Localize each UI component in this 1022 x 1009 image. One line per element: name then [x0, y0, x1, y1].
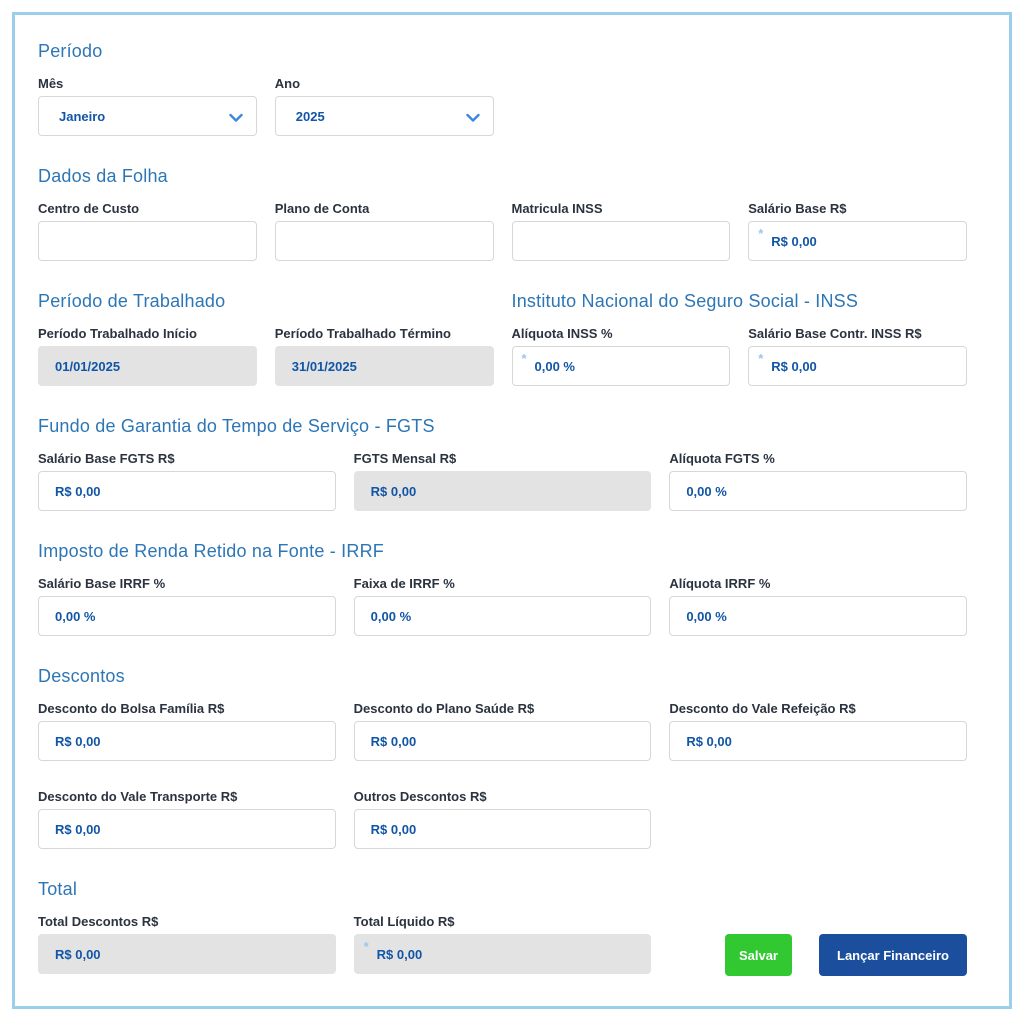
section-title-inss: Instituto Nacional do Seguro Social - IN… — [511, 291, 859, 311]
periodo-termino-input — [274, 346, 494, 386]
field-desconto-vale-refeicao: Desconto do Vale Refeição R$ — [669, 701, 967, 761]
desconto-vale-refeicao-label: Desconto do Vale Refeição R$ — [669, 701, 856, 716]
payroll-form-panel: Período Mês Janeiro Ano 2025 Dados da Fo… — [12, 12, 1012, 1009]
descontos-row-1: Desconto do Bolsa Família R$ Desconto do… — [38, 701, 967, 761]
faixa-irrf-input[interactable] — [353, 596, 652, 636]
ano-label: Ano — [274, 76, 301, 91]
salario-base-input[interactable] — [748, 221, 967, 261]
desconto-plano-saude-input[interactable] — [353, 721, 652, 761]
field-outros-descontos: Outros Descontos R$ — [353, 789, 652, 849]
periodo-row: Mês Janeiro Ano 2025 — [38, 76, 967, 136]
periodo-termino-label: Período Trabalhado Término — [274, 326, 451, 341]
total-descontos-input — [38, 934, 336, 974]
desconto-bolsa-familia-label: Desconto do Bolsa Família R$ — [38, 701, 225, 716]
mes-select[interactable]: Janeiro — [38, 96, 257, 136]
aliquota-fgts-input[interactable] — [669, 471, 967, 511]
outros-descontos-input[interactable] — [353, 809, 652, 849]
field-centro-custo: Centro de Custo — [38, 201, 257, 261]
salario-base-contr-inss-label: Salário Base Contr. INSS R$ — [748, 326, 922, 341]
section-title-fgts: Fundo de Garantia do Tempo de Serviço - … — [38, 416, 435, 436]
desconto-vale-refeicao-input[interactable] — [669, 721, 967, 761]
matricula-inss-input[interactable] — [511, 221, 731, 261]
total-liquido-input — [353, 934, 652, 974]
form-actions: Salvar Lançar Financeiro — [669, 914, 967, 976]
field-salario-base-contr-inss: Salário Base Contr. INSS R$ * — [748, 326, 967, 386]
field-faixa-irrf: Faixa de IRRF % — [353, 576, 652, 636]
salario-base-fgts-input[interactable] — [38, 471, 336, 511]
desconto-vale-transporte-label: Desconto do Vale Transporte R$ — [38, 789, 238, 804]
field-desconto-vale-transporte: Desconto do Vale Transporte R$ — [38, 789, 336, 849]
field-aliquota-fgts: Alíquota FGTS % — [669, 451, 967, 511]
salario-base-fgts-label: Salário Base FGTS R$ — [38, 451, 175, 466]
plano-conta-input[interactable] — [274, 221, 494, 261]
aliquota-irrf-input[interactable] — [669, 596, 967, 636]
centro-custo-label: Centro de Custo — [38, 201, 140, 216]
dados-folha-row: Centro de Custo Plano de Conta Matricula… — [38, 201, 967, 261]
field-salario-base-fgts: Salário Base FGTS R$ — [38, 451, 336, 511]
section-title-periodo: Período — [38, 41, 103, 61]
descontos-row-2: Desconto do Vale Transporte R$ Outros De… — [38, 789, 967, 849]
fgts-row: Salário Base FGTS R$ FGTS Mensal R$ Alíq… — [38, 451, 967, 511]
field-plano-conta: Plano de Conta — [274, 201, 494, 261]
launch-financial-button[interactable]: Lançar Financeiro — [819, 934, 967, 976]
section-title-irrf: Imposto de Renda Retido na Fonte - IRRF — [38, 541, 384, 561]
periodo-inicio-input — [38, 346, 257, 386]
field-desconto-plano-saude: Desconto do Plano Saúde R$ — [353, 701, 652, 761]
ano-select[interactable]: 2025 — [274, 96, 494, 136]
field-periodo-termino: Período Trabalhado Término — [274, 326, 494, 386]
field-salario-base-irrf: Salário Base IRRF % — [38, 576, 336, 636]
field-desconto-bolsa-familia: Desconto do Bolsa Família R$ — [38, 701, 336, 761]
plano-conta-label: Plano de Conta — [274, 201, 370, 216]
periodo-trabalhado-inss-row: Período Trabalhado Início Período Trabal… — [38, 326, 967, 386]
save-button[interactable]: Salvar — [724, 934, 792, 976]
field-ano: Ano 2025 — [274, 76, 494, 136]
salario-base-label: Salário Base R$ — [748, 201, 847, 216]
field-aliquota-inss: Alíquota INSS % * — [511, 326, 731, 386]
matricula-inss-label: Matricula INSS — [511, 201, 603, 216]
total-row: Total Descontos R$ Total Líquido R$ * Sa… — [38, 914, 967, 976]
field-aliquota-irrf: Alíquota IRRF % — [669, 576, 967, 636]
field-salario-base: Salário Base R$ * — [748, 201, 967, 261]
field-periodo-inicio: Período Trabalhado Início — [38, 326, 257, 386]
centro-custo-input[interactable] — [38, 221, 257, 261]
salario-base-irrf-label: Salário Base IRRF % — [38, 576, 166, 591]
section-title-total: Total — [38, 879, 78, 899]
section-title-periodo-trabalhado: Período de Trabalhado — [38, 291, 226, 311]
outros-descontos-label: Outros Descontos R$ — [353, 789, 487, 804]
total-liquido-label: Total Líquido R$ — [353, 914, 455, 929]
fgts-mensal-input — [353, 471, 652, 511]
aliquota-inss-input[interactable] — [511, 346, 731, 386]
field-total-liquido: Total Líquido R$ * — [353, 914, 652, 976]
irrf-row: Salário Base IRRF % Faixa de IRRF % Alíq… — [38, 576, 967, 636]
section-title-dados-folha: Dados da Folha — [38, 166, 168, 186]
salario-base-contr-inss-input[interactable] — [748, 346, 967, 386]
desconto-vale-transporte-input[interactable] — [38, 809, 336, 849]
dual-section-headers: Período de Trabalhado Instituto Nacional… — [38, 291, 967, 312]
periodo-inicio-label: Período Trabalhado Início — [38, 326, 197, 341]
total-descontos-label: Total Descontos R$ — [38, 914, 159, 929]
desconto-plano-saude-label: Desconto do Plano Saúde R$ — [353, 701, 535, 716]
field-mes: Mês Janeiro — [38, 76, 257, 136]
mes-label: Mês — [38, 76, 64, 91]
section-title-descontos: Descontos — [38, 666, 125, 686]
faixa-irrf-label: Faixa de IRRF % — [353, 576, 455, 591]
field-matricula-inss: Matricula INSS — [511, 201, 731, 261]
aliquota-inss-label: Alíquota INSS % — [511, 326, 613, 341]
fgts-mensal-label: FGTS Mensal R$ — [353, 451, 457, 466]
aliquota-irrf-label: Alíquota IRRF % — [669, 576, 771, 591]
field-fgts-mensal: FGTS Mensal R$ — [353, 451, 652, 511]
desconto-bolsa-familia-input[interactable] — [38, 721, 336, 761]
aliquota-fgts-label: Alíquota FGTS % — [669, 451, 775, 466]
field-total-descontos: Total Descontos R$ — [38, 914, 336, 976]
salario-base-irrf-input[interactable] — [38, 596, 336, 636]
